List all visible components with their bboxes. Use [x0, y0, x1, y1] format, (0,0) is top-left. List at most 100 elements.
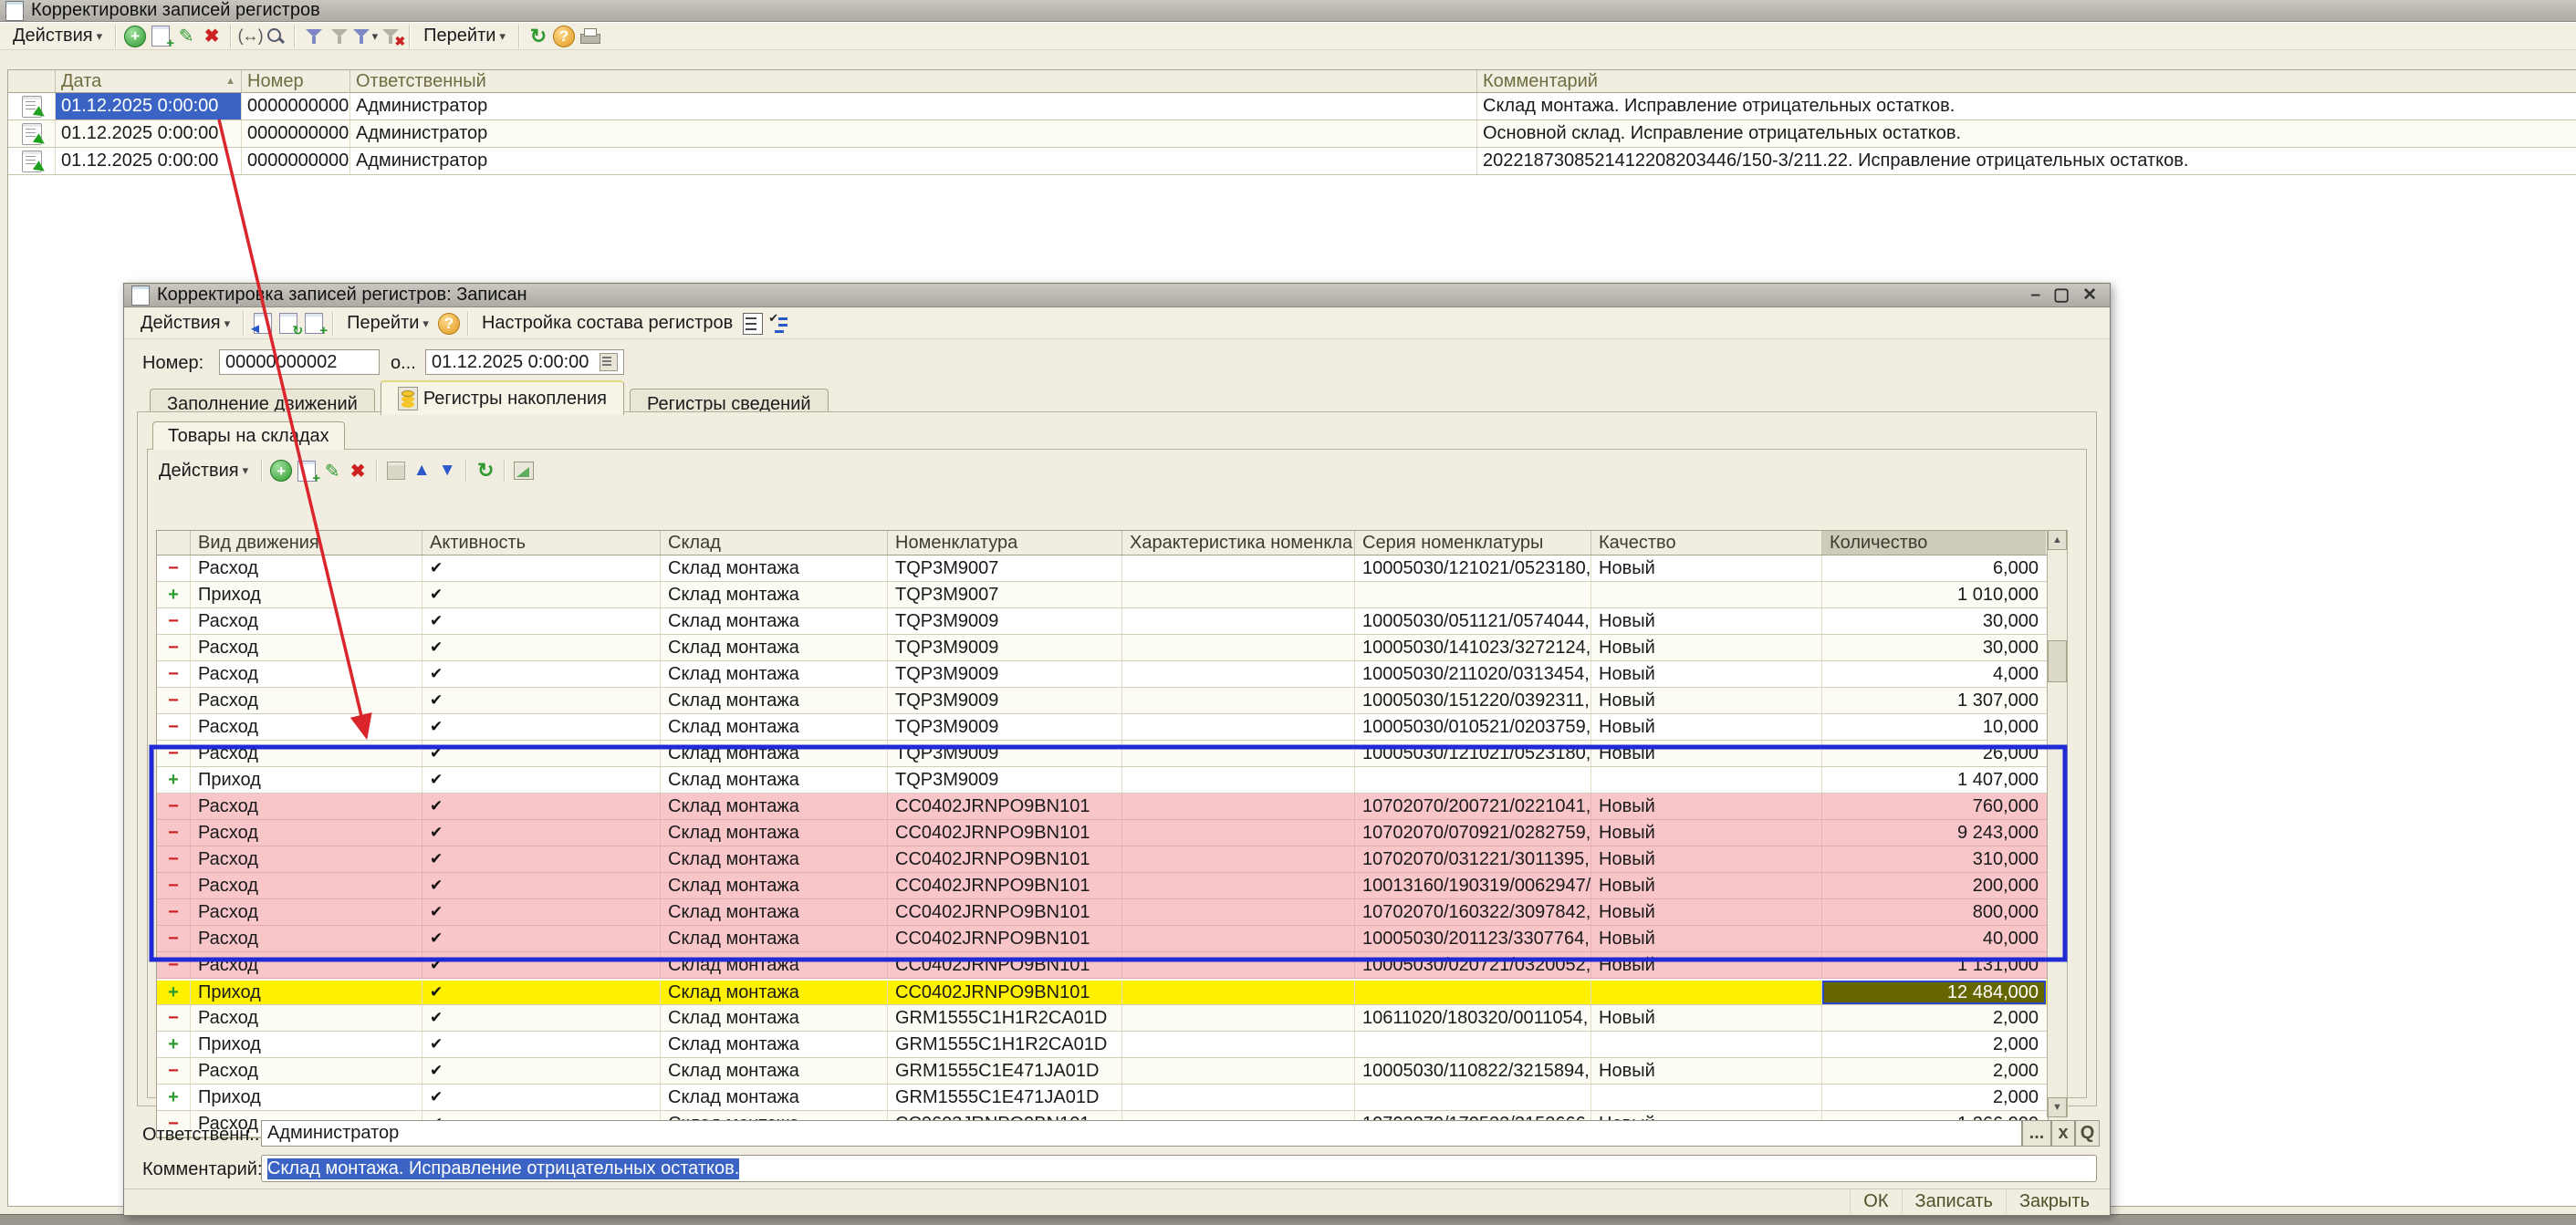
cell-characteristic[interactable]	[1122, 952, 1355, 978]
ok-button[interactable]: ОК	[1850, 1190, 1901, 1214]
scrollbar-thumb[interactable]	[2048, 640, 2067, 682]
cell-warehouse[interactable]: Склад монтажа	[661, 688, 888, 713]
cell-series[interactable]: 10005030/201123/3307764, КИ...	[1355, 926, 1591, 951]
cell-series[interactable]: 10005030/121021/0523180, Ф...	[1355, 555, 1591, 581]
cell-quality[interactable]: Новый	[1591, 741, 1822, 766]
register-row[interactable]: +Приход✔Склад монтажаTQP3M90091 407,000	[157, 767, 2048, 794]
cell-characteristic[interactable]	[1122, 767, 1355, 793]
filter-settings-button[interactable]	[301, 25, 327, 48]
cell-warehouse[interactable]: Склад монтажа	[661, 767, 888, 793]
cell-characteristic[interactable]	[1122, 741, 1355, 766]
cell-characteristic[interactable]	[1122, 899, 1355, 925]
edit-row-button[interactable]: ✎	[319, 459, 345, 483]
register-row[interactable]: −Расход✔Склад монтажаCC0402JRNPO9BN10110…	[157, 873, 2048, 899]
cell-nomenclature[interactable]: TQP3M9009	[888, 661, 1122, 687]
register-row[interactable]: −Расход✔Склад монтажаTQP3M900910005030/2…	[157, 661, 2048, 688]
cell-quantity[interactable]: 800,000	[1822, 899, 2046, 925]
copy-button[interactable]: +	[301, 312, 327, 336]
cell-quantity[interactable]: 310,000	[1822, 846, 2046, 872]
cell-warehouse[interactable]: Склад монтажа	[661, 899, 888, 925]
cell-movement[interactable]: Расход	[191, 952, 422, 978]
cell-quality[interactable]: Новый	[1591, 952, 1822, 978]
cell-warehouse[interactable]: Склад монтажа	[661, 873, 888, 898]
cell-nomenclature[interactable]: CC0402JRNPO9BN101	[888, 846, 1122, 872]
cell-activity[interactable]: ✔	[422, 1032, 661, 1057]
maximize-icon[interactable]: ▢	[2053, 285, 2070, 306]
cell-characteristic[interactable]	[1122, 846, 1355, 872]
cell-warehouse[interactable]: Склад монтажа	[661, 820, 888, 846]
register-row[interactable]: +Приход✔Склад монтажаTQP3M90071 010,000	[157, 582, 2048, 608]
register-row[interactable]: −Расход✔Склад монтажаTQP3M900910005030/0…	[157, 608, 2048, 635]
cell-quality[interactable]: Новый	[1591, 846, 1822, 872]
add-button[interactable]: +	[122, 25, 148, 48]
cell-quality[interactable]: Новый	[1591, 794, 1822, 819]
cell-series[interactable]: 10005030/151220/0392311, ТА...	[1355, 688, 1591, 713]
table-column-header[interactable]: Количество	[1822, 531, 2046, 555]
cell-quality[interactable]: Новый	[1591, 899, 1822, 925]
post-document-button[interactable]: ◄	[250, 312, 276, 336]
cell-quality[interactable]	[1591, 1085, 1822, 1110]
delete-button[interactable]: ✖	[199, 25, 224, 48]
cell-quantity[interactable]: 1 307,000	[1822, 688, 2046, 713]
register-row[interactable]: −Расход✔Склад монтажаGRM1555C1H1R2CA01D1…	[157, 1005, 2048, 1032]
cell-responsible[interactable]: Администратор	[350, 120, 1477, 147]
reread-button[interactable]: ↻	[276, 312, 301, 336]
cell-characteristic[interactable]	[1122, 794, 1355, 819]
cell-series[interactable]	[1355, 767, 1591, 793]
help-button[interactable]: ?	[436, 312, 462, 336]
cell-movement[interactable]: Расход	[191, 635, 422, 660]
cell-characteristic[interactable]	[1122, 661, 1355, 687]
cell-date[interactable]: 01.12.2025 0:00:00	[56, 148, 242, 174]
list-column-header[interactable]: Комментарий	[1477, 70, 2576, 92]
cell-comment[interactable]: Основной склад. Исправление отрицательны…	[1477, 120, 2576, 147]
print-button[interactable]	[577, 25, 602, 48]
cell-quality[interactable]: Новый	[1591, 820, 1822, 846]
cell-movement[interactable]: Расход	[191, 846, 422, 872]
cell-characteristic[interactable]	[1122, 926, 1355, 951]
cell-movement[interactable]: Приход	[191, 981, 422, 1004]
register-row[interactable]: −Расход✔Склад монтажаCC0402JRNPO9BN10110…	[157, 926, 2048, 952]
cell-quantity[interactable]: 30,000	[1822, 635, 2046, 660]
comment-field[interactable]: Склад монтажа. Исправление отрицательных…	[261, 1155, 2097, 1182]
cell-quantity[interactable]: 2,000	[1822, 1058, 2046, 1084]
add-row-button[interactable]: +	[268, 459, 294, 483]
register-row[interactable]: −Расход✔Склад монтажаTQP3M900910005030/1…	[157, 635, 2048, 661]
cell-activity[interactable]: ✔	[422, 688, 661, 713]
cell-movement[interactable]: Расход	[191, 820, 422, 846]
cell-nomenclature[interactable]: TQP3M9009	[888, 608, 1122, 634]
register-check-button[interactable]	[766, 312, 791, 336]
cell-series[interactable]	[1355, 1085, 1591, 1110]
cell-series[interactable]: 10005030/141023/3272124, Ф...	[1355, 635, 1591, 660]
cell-activity[interactable]: ✔	[422, 767, 661, 793]
cell-quantity[interactable]: 760,000	[1822, 794, 2046, 819]
cell-activity[interactable]: ✔	[422, 1085, 661, 1110]
cell-warehouse[interactable]: Склад монтажа	[661, 714, 888, 740]
cell-quantity[interactable]: 12 484,000	[1822, 981, 2046, 1004]
cell-series[interactable]: 10005030/211020/0313454, ТА...	[1355, 661, 1591, 687]
goto-menu-button[interactable]: Перейти▾	[416, 25, 513, 48]
cell-nomenclature[interactable]: TQP3M9009	[888, 635, 1122, 660]
help-button[interactable]: ?	[551, 25, 577, 48]
cell-responsible[interactable]: Администратор	[350, 148, 1477, 174]
cell-comment[interactable]: 2022187308521412208203446/150-3/211.22. …	[1477, 148, 2576, 174]
cell-characteristic[interactable]	[1122, 555, 1355, 581]
number-field[interactable]: 00000000002	[219, 349, 380, 375]
cell-activity[interactable]: ✔	[422, 873, 661, 898]
cell-warehouse[interactable]: Склад монтажа	[661, 1058, 888, 1084]
table-column-header[interactable]: Активность	[422, 531, 661, 555]
move-down-button[interactable]: ▼	[434, 459, 460, 483]
dialog-tab[interactable]: Регистры накопления	[381, 380, 624, 415]
list-column-header[interactable]: Дата▲	[56, 70, 242, 92]
cell-nomenclature[interactable]: TQP3M9009	[888, 741, 1122, 766]
cell-nomenclature[interactable]: GRM1555C1H1R2CA01D	[888, 1005, 1122, 1031]
table-column-header[interactable]: Склад	[661, 531, 888, 555]
vertical-scrollbar[interactable]: ▲ ▼	[2047, 530, 2068, 1117]
cell-characteristic[interactable]	[1122, 714, 1355, 740]
cell-characteristic[interactable]	[1122, 1032, 1355, 1057]
calendar-icon[interactable]	[600, 353, 618, 371]
cell-series[interactable]: 10005030/051121/0574044, КИ...	[1355, 608, 1591, 634]
list-row[interactable]: ▶01.12.2025 0:00:0000000000006Администра…	[8, 148, 2576, 175]
refresh-button[interactable]: ↻	[526, 25, 551, 48]
cell-series[interactable]: 10005030/110822/3215894, Я...	[1355, 1058, 1591, 1084]
clear-filter-button[interactable]: ✖	[378, 25, 403, 48]
